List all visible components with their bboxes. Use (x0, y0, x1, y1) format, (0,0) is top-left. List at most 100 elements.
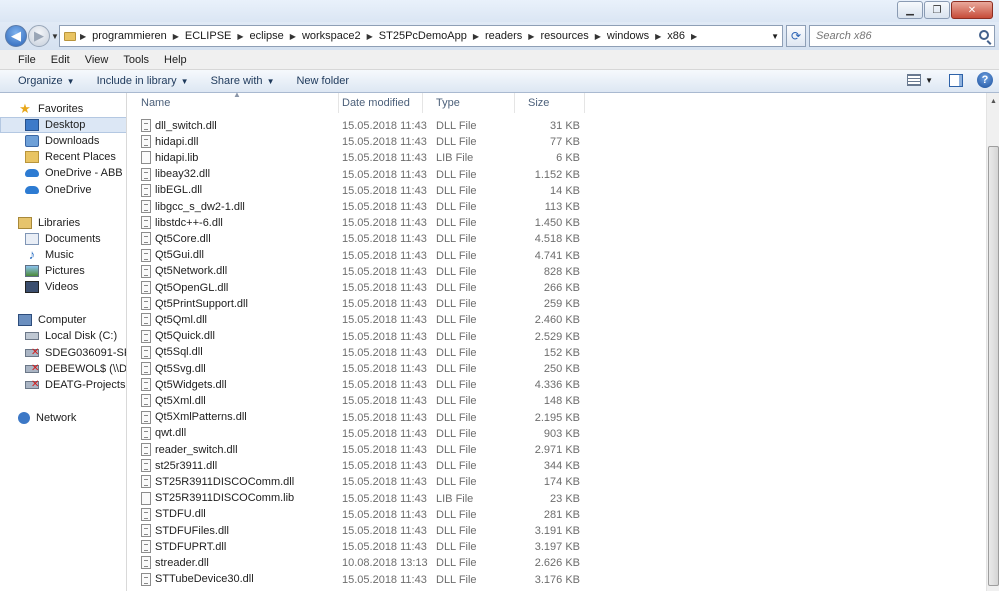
minimize-button[interactable]: ▁ (897, 1, 923, 19)
close-button[interactable]: ✕ (951, 1, 993, 19)
column-header-date[interactable]: Date modified (329, 93, 423, 113)
search-input[interactable] (816, 30, 976, 42)
file-name[interactable]: Qt5Gui.dll (141, 248, 204, 262)
file-row[interactable]: Qt5XmlPatterns.dll 15.05.2018 11:43 DLL Fi… (128, 410, 986, 426)
nav-network[interactable]: Network (0, 410, 126, 426)
nav-network-drive-3[interactable]: DEATG-Projects (\\D (0, 377, 126, 393)
column-header-name[interactable]: ▲ Name (128, 90, 339, 113)
search-icon[interactable] (979, 30, 989, 40)
file-row[interactable]: STDFUFiles.dll 15.05.2018 11:43 DLL File 3.… (128, 523, 986, 539)
nav-documents[interactable]: Documents (0, 231, 126, 247)
help-icon[interactable]: ? (977, 72, 993, 88)
file-name[interactable]: ST25R3911DISCOComm.lib (141, 491, 294, 505)
menu-view[interactable]: View (85, 54, 109, 66)
breadcrumb-st25pcdemoapp[interactable]: ST25PcDemoApp ▶ (379, 30, 485, 42)
file-row[interactable]: ST25R3911DISCOComm.dll 15.05.2018 11:43 DL… (128, 474, 986, 490)
file-row[interactable]: Qt5Svg.dll 15.05.2018 11:43 DLL File 250 KB (128, 361, 986, 377)
file-name[interactable]: Qt5XmlPatterns.dll (141, 410, 247, 424)
file-name[interactable]: Qt5OpenGL.dll (141, 281, 228, 294)
file-name[interactable]: reader_switch.dll (141, 443, 238, 456)
file-name[interactable]: STDFUFiles.dll (141, 524, 229, 537)
recent-pages-dropdown-icon[interactable]: ▼ (51, 32, 59, 41)
scroll-up-icon[interactable]: ▲ (987, 93, 999, 110)
file-name[interactable]: ST25R3911DISCOComm.dll (141, 475, 294, 489)
forward-button[interactable]: ▶ (28, 25, 50, 47)
file-row[interactable]: Qt5Gui.dll 15.05.2018 11:43 DLL File 4.741 … (128, 248, 986, 264)
breadcrumb-programmieren[interactable]: programmieren ▶ (92, 30, 185, 42)
nav-favorites[interactable]: ★ Favorites (0, 101, 126, 117)
file-name[interactable]: st25r3911.dll (141, 459, 217, 473)
file-row[interactable]: Qt5Widgets.dll 15.05.2018 11:43 DLL File 4.… (128, 377, 986, 393)
file-row[interactable]: libeay32.dll 15.05.2018 11:43 DLL File 1.15… (128, 167, 986, 183)
file-name[interactable]: STTubeDevice30.dll (141, 572, 254, 586)
nav-downloads[interactable]: Downloads (0, 133, 126, 149)
nav-onedrive[interactable]: OneDrive (0, 182, 126, 198)
file-row[interactable]: dll_switch.dll 15.05.2018 11:43 DLL File 31… (128, 118, 986, 134)
file-row[interactable]: ST25R3911DISCOComm.lib 15.05.2018 11:43 LI… (128, 491, 986, 507)
file-name[interactable]: libstdc++-6.dll (141, 216, 223, 230)
file-row[interactable]: streader.dll 10.08.2018 13:13 DLL File 2.62… (128, 555, 986, 571)
file-row[interactable]: STDFU.dll 15.05.2018 11:43 DLL File 281 KB (128, 507, 986, 523)
file-name[interactable]: STDFUPRT.dll (141, 540, 226, 554)
refresh-button[interactable]: ⟳ (786, 25, 806, 47)
menu-help[interactable]: Help (164, 54, 187, 66)
file-name[interactable]: Qt5Qml.dll (141, 313, 207, 327)
file-name[interactable]: Qt5Sql.dll (141, 345, 203, 359)
view-options-dropdown-icon[interactable]: ▼ (925, 76, 933, 85)
file-name[interactable]: Qt5PrintSupport.dll (141, 297, 248, 311)
address-bar[interactable]: ▶ programmieren ▶ ECLIPSE ▶ eclipse ▶ works… (59, 25, 783, 47)
nav-music[interactable]: ♪ Music (0, 247, 126, 263)
menu-edit[interactable]: Edit (51, 54, 70, 66)
file-row[interactable]: hidapi.dll 15.05.2018 11:43 DLL File 77 KB (128, 134, 986, 150)
column-header-type[interactable]: Type (423, 93, 515, 113)
menu-tools[interactable]: Tools (123, 54, 149, 66)
file-name[interactable]: Qt5Quick.dll (141, 329, 215, 343)
file-name[interactable]: Qt5Widgets.dll (141, 378, 227, 392)
maximize-button[interactable]: ❐ (924, 1, 950, 19)
breadcrumb-windows[interactable]: windows ▶ (607, 30, 667, 42)
file-row[interactable]: st25r3911.dll 15.05.2018 11:43 DLL File 344… (128, 458, 986, 474)
nav-pictures[interactable]: Pictures (0, 263, 126, 279)
nav-libraries[interactable]: Libraries (0, 215, 126, 231)
nav-recent-places[interactable]: Recent Places (0, 149, 126, 165)
file-row[interactable]: STDFUPRT.dll 15.05.2018 11:43 DLL File 3.19… (128, 539, 986, 555)
file-row[interactable]: libEGL.dll 15.05.2018 11:43 DLL File 14 KB (128, 183, 986, 199)
file-name[interactable]: Qt5Core.dll (141, 232, 211, 246)
file-name[interactable]: libeay32.dll (141, 167, 210, 181)
file-name[interactable]: streader.dll (141, 556, 209, 570)
nav-network-drive-1[interactable]: SDEG036091-SFC (\\ (0, 345, 126, 361)
file-row[interactable]: qwt.dll 15.05.2018 11:43 DLL File 903 KB (128, 426, 986, 442)
file-name[interactable]: STDFU.dll (141, 507, 206, 521)
breadcrumb-eclipse[interactable]: eclipse ▶ (250, 30, 302, 42)
vertical-scrollbar[interactable]: ▲ (986, 93, 999, 591)
file-row[interactable]: libstdc++-6.dll 15.05.2018 11:43 DLL File 1… (128, 215, 986, 231)
nav-onedrive-abb[interactable]: OneDrive - ABB (0, 165, 126, 181)
organize-button[interactable]: Organize ▼ (18, 75, 75, 87)
file-row[interactable]: Qt5Core.dll 15.05.2018 11:43 DLL File 4.518… (128, 231, 986, 247)
file-row[interactable]: Qt5Sql.dll 15.05.2018 11:43 DLL File 152 KB (128, 345, 986, 361)
nav-local-disk[interactable]: Local Disk (C:) (0, 328, 126, 344)
breadcrumb-resources[interactable]: resources ▶ (540, 30, 606, 42)
file-name[interactable]: hidapi.lib (141, 151, 198, 165)
breadcrumb-eclipse-upper[interactable]: ECLIPSE ▶ (185, 30, 250, 42)
file-name[interactable]: Qt5Network.dll (141, 264, 227, 278)
file-name[interactable]: Qt5Svg.dll (141, 362, 206, 375)
breadcrumb-readers[interactable]: readers ▶ (485, 30, 540, 42)
change-view-icon[interactable] (907, 74, 922, 86)
file-row[interactable]: Qt5Qml.dll 15.05.2018 11:43 DLL File 2.460 … (128, 312, 986, 328)
file-row[interactable]: STTubeDevice30.dll 15.05.2018 11:43 DLL Fi… (128, 572, 986, 588)
nav-computer[interactable]: Computer (0, 312, 126, 328)
file-name[interactable]: qwt.dll (141, 426, 186, 440)
file-row[interactable]: Qt5Network.dll 15.05.2018 11:43 DLL File 82… (128, 264, 986, 280)
search-box[interactable] (809, 25, 995, 47)
file-name[interactable]: libEGL.dll (141, 183, 202, 197)
scrollbar-thumb[interactable] (988, 146, 999, 586)
nav-desktop[interactable]: Desktop (0, 117, 126, 133)
file-name[interactable]: Qt5Xml.dll (141, 394, 206, 408)
file-row[interactable]: Qt5OpenGL.dll 15.05.2018 11:43 DLL File 266… (128, 280, 986, 296)
preview-pane-icon[interactable] (949, 73, 963, 87)
nav-videos[interactable]: Videos (0, 279, 126, 295)
breadcrumb-workspace2[interactable]: workspace2 ▶ (302, 30, 379, 42)
file-name[interactable]: dll_switch.dll (141, 119, 217, 132)
back-button[interactable]: ◀ (5, 25, 27, 47)
